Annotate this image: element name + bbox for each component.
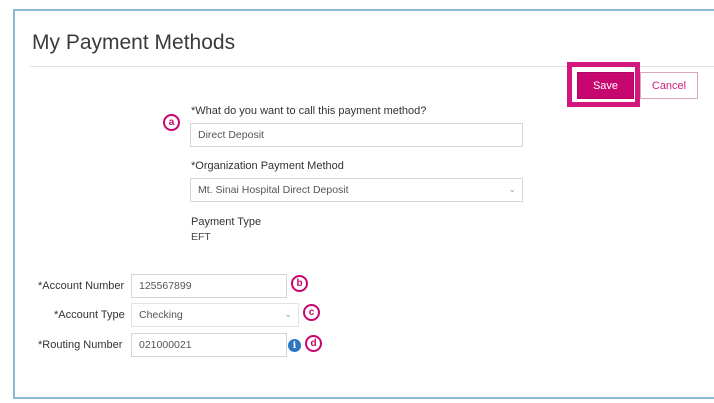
payment-method-name-label-text: What do you want to call this payment me… (195, 105, 427, 117)
account-type-select[interactable]: Checking ⌄ (131, 303, 299, 327)
account-number-input[interactable]: 125567899 (131, 274, 287, 298)
annotation-marker-c: c (303, 304, 320, 321)
info-icon[interactable]: i (288, 339, 301, 352)
org-payment-method-label: *Organization Payment Method (191, 160, 344, 172)
account-type-label: *Account Type (54, 309, 125, 321)
payment-type-label: Payment Type (191, 216, 262, 228)
org-payment-method-select[interactable]: Mt. Sinai Hospital Direct Deposit ⌄ (190, 178, 523, 202)
chevron-down-icon[interactable]: ⌄ (284, 309, 292, 320)
account-number-label-text: Account Number (42, 280, 125, 292)
page-title: My Payment Methods (32, 31, 236, 54)
payment-method-name-label: *What do you want to call this payment m… (191, 105, 426, 117)
cancel-button[interactable]: Cancel (640, 72, 698, 99)
routing-number-input[interactable]: 021000021 (131, 333, 287, 357)
account-type-label-text: Account Type (58, 309, 125, 321)
account-type-value: Checking (139, 309, 183, 321)
payment-type-value: EFT (191, 231, 211, 243)
annotation-marker-d: d (305, 335, 322, 352)
chevron-down-icon[interactable]: ⌄ (508, 184, 516, 195)
routing-number-label: *Routing Number (38, 339, 122, 351)
routing-number-label-text: Routing Number (42, 339, 123, 351)
org-payment-method-value: Mt. Sinai Hospital Direct Deposit (198, 184, 349, 196)
payment-method-name-input[interactable]: Direct Deposit (190, 123, 523, 147)
annotation-marker-a: a (163, 114, 180, 131)
org-payment-method-label-text: Organization Payment Method (195, 160, 344, 172)
annotation-marker-b: b (291, 275, 308, 292)
save-button[interactable]: Save (577, 72, 634, 99)
account-number-label: *Account Number (38, 280, 124, 292)
